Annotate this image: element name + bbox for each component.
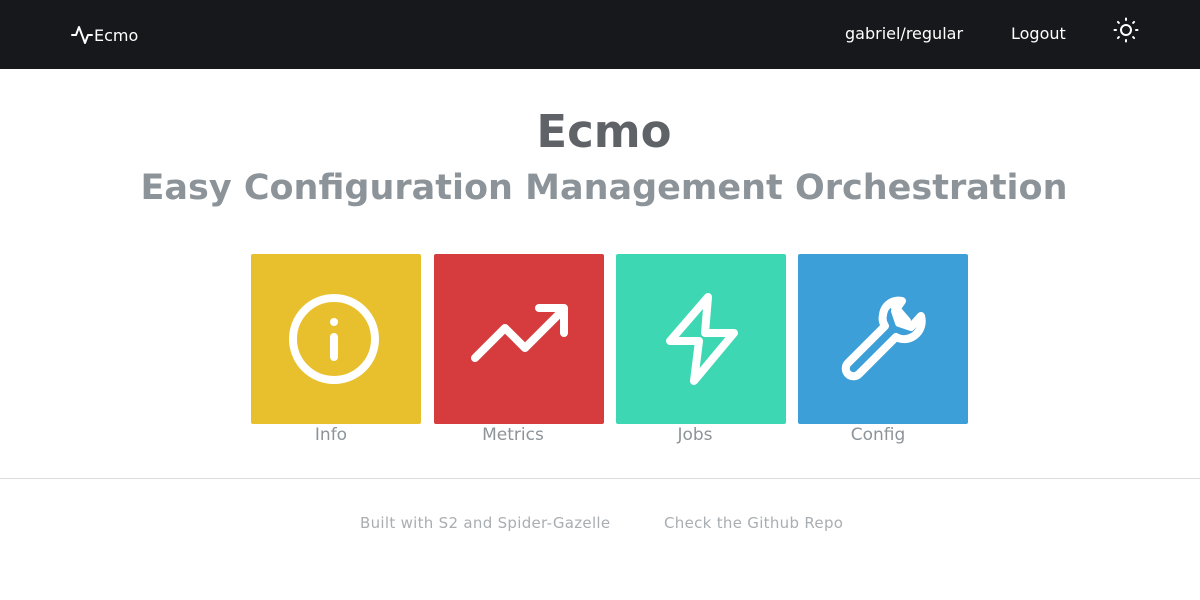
jobs-tile[interactable] bbox=[616, 254, 786, 424]
config-tile[interactable] bbox=[798, 254, 968, 424]
top-navbar: Ecmo gabriel/regular Logout bbox=[0, 0, 1200, 69]
info-label[interactable]: Info bbox=[246, 424, 416, 446]
jobs-label[interactable]: Jobs bbox=[610, 424, 780, 446]
info-icon bbox=[284, 287, 388, 391]
page-title: Ecmo bbox=[536, 105, 672, 158]
lightning-bolt-icon bbox=[649, 287, 753, 391]
brand-link[interactable]: Ecmo bbox=[70, 22, 138, 48]
wrench-icon bbox=[831, 287, 935, 391]
footer-divider bbox=[0, 478, 1200, 479]
logout-link[interactable]: Logout bbox=[1011, 24, 1066, 44]
activity-icon bbox=[70, 23, 94, 47]
info-tile[interactable] bbox=[251, 254, 421, 424]
metrics-label[interactable]: Metrics bbox=[428, 424, 598, 446]
metrics-tile[interactable] bbox=[434, 254, 604, 424]
config-label[interactable]: Config bbox=[793, 424, 963, 446]
brand-name: Ecmo bbox=[94, 25, 139, 45]
user-menu-link[interactable]: gabriel/regular bbox=[845, 24, 963, 44]
trending-up-icon bbox=[467, 287, 571, 391]
sun-icon bbox=[1113, 17, 1139, 43]
github-repo-link[interactable]: Check the Github Repo bbox=[664, 513, 843, 533]
built-with-link[interactable]: Built with S2 and Spider-Gazelle bbox=[360, 513, 610, 533]
page-subtitle: Easy Configuration Management Orchestrat… bbox=[140, 168, 1068, 208]
theme-toggle-button[interactable] bbox=[1113, 17, 1139, 43]
